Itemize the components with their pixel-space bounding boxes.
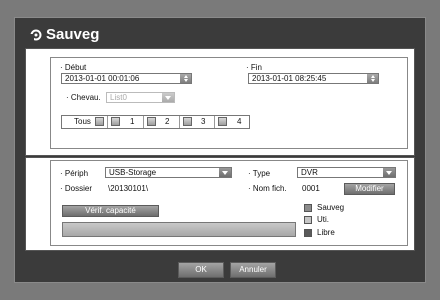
dialog-title: Sauveg: [46, 26, 100, 43]
channel-2-checkbox[interactable]: [147, 117, 156, 126]
filename-label: Nom fich.: [248, 184, 287, 193]
channel-4-label: 4: [237, 117, 242, 126]
overlap-dropdown-arrow[interactable]: [162, 93, 174, 102]
start-time-value: 2013-01-01 00:01:06: [65, 74, 140, 83]
end-label: Fin: [246, 63, 262, 72]
type-select[interactable]: DVR: [297, 167, 396, 178]
folder-value: \20130101\: [108, 184, 149, 193]
type-value: DVR: [301, 168, 318, 177]
legend-backup-swatch: [304, 204, 312, 212]
overlap-label: Chevau.: [66, 93, 101, 102]
backup-icon: [30, 29, 42, 41]
start-time-spinner[interactable]: [180, 74, 191, 83]
device-value: USB-Storage: [109, 168, 157, 177]
channel-1-checkbox[interactable]: [111, 117, 120, 126]
cancel-button[interactable]: Annuler: [230, 262, 276, 278]
channel-2-label: 2: [165, 117, 170, 126]
dialog-title-bar: Sauveg: [30, 25, 99, 45]
channel-separator: [107, 116, 108, 128]
overlap-select[interactable]: List0: [106, 92, 175, 103]
legend-free-label: Libre: [317, 228, 335, 237]
type-label: Type: [248, 169, 270, 178]
device-select[interactable]: USB-Storage: [105, 167, 232, 178]
legend-backup-label: Sauveg: [317, 203, 345, 212]
filename-value: 0001: [302, 184, 320, 193]
modify-button[interactable]: Modifier: [344, 183, 395, 195]
end-time-field[interactable]: 2013-01-01 08:25:45: [248, 73, 379, 84]
end-time-value: 2013-01-01 08:25:45: [252, 74, 327, 83]
channel-3-label: 3: [201, 117, 206, 126]
channel-1-label: 1: [130, 117, 135, 126]
start-time-field[interactable]: 2013-01-01 00:01:06: [61, 73, 192, 84]
time-range-frame: [50, 57, 408, 149]
channel-separator: [214, 116, 215, 128]
channel-separator: [143, 116, 144, 128]
device-label: Périph: [60, 169, 88, 178]
folder-label: Dossier: [60, 184, 92, 193]
channel-all-label: Tous: [74, 117, 91, 126]
ok-button[interactable]: OK: [178, 262, 224, 278]
channel-4-checkbox[interactable]: [218, 117, 227, 126]
device-dropdown-arrow[interactable]: [219, 168, 231, 177]
end-time-spinner[interactable]: [367, 74, 378, 83]
channel-separator: [179, 116, 180, 128]
check-capacity-button[interactable]: Vérif. capacité: [62, 205, 159, 217]
capacity-bar: [62, 222, 296, 237]
legend-used-swatch: [304, 216, 312, 224]
channel-3-checkbox[interactable]: [183, 117, 192, 126]
legend-used-label: Uti.: [317, 215, 329, 224]
legend-free-swatch: [304, 229, 312, 237]
channel-all-checkbox[interactable]: [95, 117, 104, 126]
overlap-value: List0: [110, 93, 127, 102]
type-dropdown-arrow[interactable]: [383, 168, 395, 177]
start-label: Début: [60, 63, 86, 72]
